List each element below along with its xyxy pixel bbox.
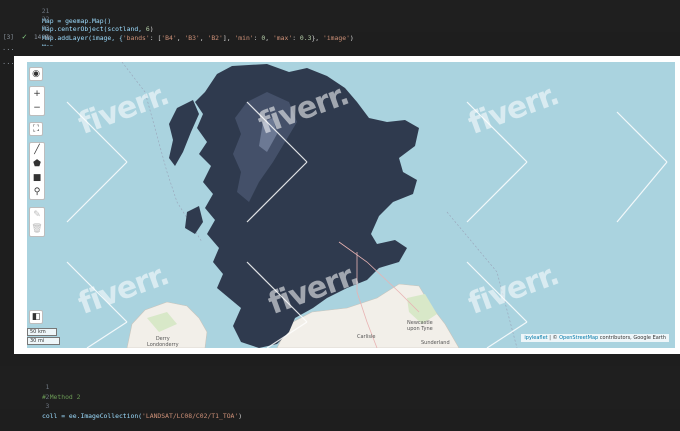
execution-count: [3]	[3, 34, 14, 41]
edit-layers-button[interactable]: ✎	[30, 208, 44, 222]
code-cell-bottom[interactable]: 1 # Method 2 2 3 coll = ee.ImageCollecti…	[0, 366, 680, 420]
outer-hebrides	[169, 100, 199, 166]
layers-button[interactable]: ◉	[29, 67, 43, 81]
inner-islands	[185, 206, 203, 234]
zoom-control: + −	[29, 86, 45, 116]
toolbar-icon: ◧	[31, 312, 41, 322]
draw-polygon-button[interactable]: ⬟	[30, 157, 44, 171]
draw-polyline-button[interactable]: ╱	[30, 143, 44, 157]
zoom-in-button[interactable]: +	[30, 87, 44, 101]
output-ellipsis-1[interactable]: ...	[2, 44, 15, 52]
rectangle-icon: ■	[32, 173, 42, 183]
delete-layers-button[interactable]: 🗑	[30, 222, 44, 236]
trash-icon: 🗑	[31, 224, 43, 234]
edit-icon: ✎	[33, 210, 41, 220]
code-line-1: 1 # Method 2	[42, 383, 81, 401]
code-line-24: 24 Map	[41, 33, 54, 51]
fullscreen-button[interactable]: ⛶	[29, 122, 43, 136]
execution-status: [3] ✓ 14.9s	[0, 32, 680, 44]
place-sunderland: Sunderland	[421, 340, 450, 346]
draw-toolbar: ╱ ⬟ ■ ⚲	[29, 142, 45, 200]
map-attribution: ipyleaflet | © OpenStreetMap contributor…	[521, 334, 669, 342]
polygon-icon: ⬟	[33, 159, 41, 169]
execution-time: 14.9s	[34, 34, 53, 41]
output-ellipsis-2[interactable]: ...	[2, 58, 15, 66]
toolbar-toggle-button[interactable]: ◧	[29, 310, 43, 324]
map-canvas[interactable]: Derry Londonderry Carlisle Newcastle upo…	[27, 62, 675, 348]
draw-marker-button[interactable]: ⚲	[30, 185, 44, 199]
attribution-osm-link[interactable]: OpenStreetMap	[559, 335, 598, 341]
place-derry: Derry Londonderry	[147, 336, 179, 348]
attribution-ipyleaflet-link[interactable]: ipyleaflet	[524, 335, 547, 341]
draw-rectangle-button[interactable]: ■	[30, 171, 44, 185]
scale-bar-km: 50 km	[27, 328, 57, 336]
place-newcastle: Newcastle upon Tyne	[407, 320, 433, 332]
marker-icon: ⚲	[33, 187, 41, 197]
globe-icon: ◉	[32, 69, 40, 79]
code-cell-top[interactable]: 21 Map = geemap.Map() 22 Map.centerObjec…	[0, 0, 680, 51]
code-line-3: 3 coll = ee.ImageCollection('LANDSAT/LC0…	[42, 402, 243, 420]
polyline-icon: ╱	[34, 145, 40, 155]
checkmark-icon: ✓	[22, 32, 27, 41]
scale-bar-mi: 30 mi	[27, 337, 60, 345]
place-carlisle: Carlisle	[357, 334, 376, 340]
zoom-out-button[interactable]: −	[30, 101, 44, 115]
edit-toolbar: ✎ 🗑	[29, 207, 45, 237]
fullscreen-icon: ⛶	[32, 124, 40, 134]
